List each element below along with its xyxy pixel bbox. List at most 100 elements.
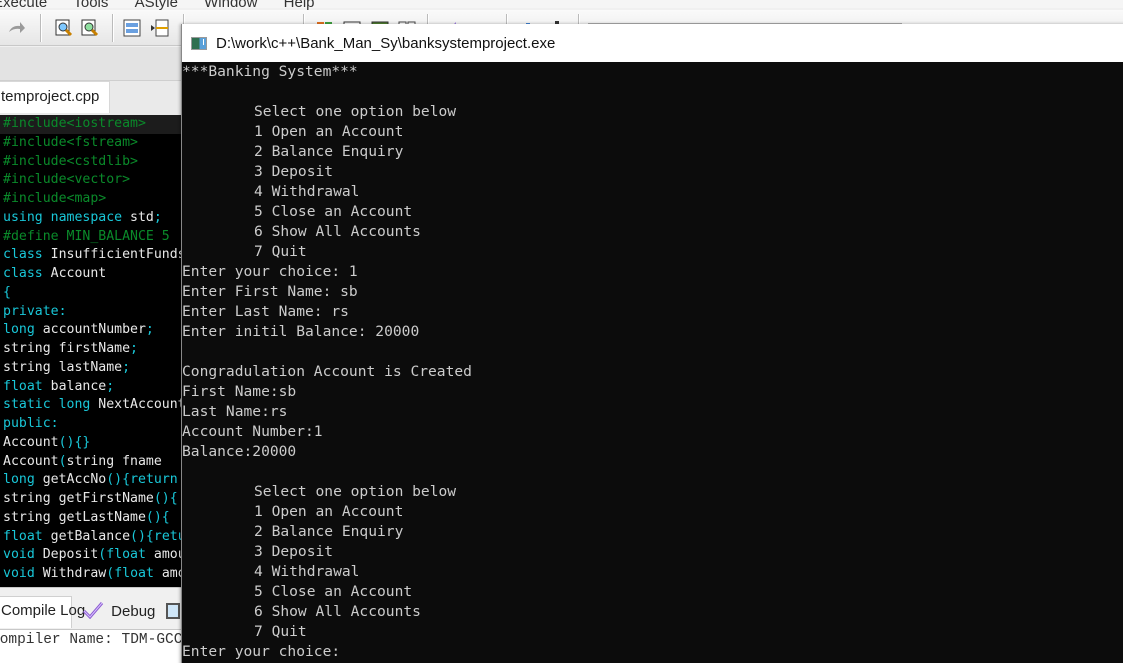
code-line: private: — [0, 303, 182, 322]
code-line: long getAccNo(){return — [0, 471, 182, 490]
code-token: private: — [3, 303, 67, 319]
code-token: return — [153, 528, 182, 544]
code-line: using namespace std; — [0, 209, 182, 228]
code-token: Account — [50, 266, 107, 281]
find-next-icon[interactable] — [80, 18, 100, 38]
code-token: (){} — [58, 434, 91, 450]
code-token: class — [3, 247, 51, 263]
console-line: Enter your choice: — [182, 643, 349, 660]
console-line: 6 Show All Accounts — [254, 223, 421, 240]
code-line: float getBalance(){return — [0, 528, 182, 547]
code-token: float — [3, 378, 51, 394]
code-token: (){ — [153, 491, 178, 506]
console-line: Balance:20000 — [182, 443, 297, 460]
code-token: ( — [106, 566, 115, 581]
tab-debug[interactable]: Debug — [78, 596, 160, 628]
console-window[interactable]: D:\work\c++\Bank_Man_Sy\banksystemprojec… — [181, 24, 1123, 663]
console-line: 3 Deposit — [254, 163, 334, 180]
code-line: void Deposit(float amount — [0, 546, 182, 565]
code-token: string fname — [66, 453, 162, 469]
console-output[interactable]: ***Banking System*** Select one option be… — [182, 62, 1123, 663]
console-line: Enter First Name: sb — [182, 283, 358, 300]
code-token: ; — [106, 378, 115, 394]
code-token: Withdraw — [42, 566, 107, 581]
redo-icon[interactable] — [6, 18, 26, 38]
find-results-icon — [166, 603, 180, 619]
code-line: #include<cstdlib> — [0, 153, 182, 172]
code-token: getAccNo — [42, 472, 107, 488]
code-token: long — [3, 472, 43, 488]
code-token: ; — [145, 322, 154, 338]
code-line: string firstName; — [0, 340, 182, 359]
code-line: class Account — [0, 265, 182, 284]
code-line: Account(){} — [0, 434, 182, 453]
tab-find-results[interactable] — [166, 596, 182, 628]
console-line: 1 Open an Account — [254, 123, 404, 140]
console-line: 5 Close an Account — [254, 583, 413, 600]
code-editor[interactable]: #include<iostream> #include<fstream> #incl… — [0, 115, 182, 587]
code-line: long accountNumber; — [0, 321, 182, 340]
code-line: #include<vector> — [0, 171, 182, 190]
code-token: { — [3, 284, 11, 300]
menu-bar: Execute Tools AStyle Window Help — [0, 0, 1123, 11]
toolbar-separator — [40, 14, 42, 42]
code-token: return — [130, 472, 178, 488]
code-token: #include<cstdlib> — [3, 153, 138, 169]
code-token: accountNumber — [42, 322, 146, 338]
code-token: NextAccountNumber — [98, 397, 182, 413]
code-token: float — [114, 566, 162, 581]
code-token: static long — [3, 397, 99, 413]
code-token: ; — [130, 341, 138, 356]
code-line: #define MIN_BALANCE 5 — [0, 228, 182, 247]
code-token: (){ — [106, 472, 131, 488]
code-line: { — [0, 284, 182, 303]
code-token: ; — [153, 209, 162, 225]
code-line: float balance; — [0, 378, 182, 397]
console-line: 1 Open an Account — [254, 503, 404, 520]
console-line: 2 Balance Enquiry — [254, 143, 404, 160]
console-line: Enter your choice: 1 — [182, 263, 358, 280]
code-token: std — [130, 209, 154, 225]
code-line: static long NextAccountNumber — [0, 396, 182, 415]
compile-log-output: Compiler Name: TDM-GCC 4.9.2 64-bit Rele… — [0, 629, 182, 663]
console-line: 5 Close an Account — [254, 203, 413, 220]
code-token: public: — [3, 416, 59, 431]
code-token: #define MIN_BALANCE 5 — [3, 228, 170, 244]
file-tab-banksystemproject[interactable]: temproject.cpp — [0, 81, 110, 113]
code-token: using namespace — [3, 209, 131, 225]
code-token: class — [3, 266, 51, 281]
code-line: #include<map> — [0, 190, 182, 209]
code-token: (){ — [130, 528, 154, 544]
insert-row-icon[interactable] — [150, 18, 170, 38]
find-icon[interactable] — [54, 18, 74, 38]
code-token: #include<vector> — [3, 172, 131, 188]
checkmark-icon — [82, 601, 104, 623]
console-line: Last Name:rs — [182, 403, 288, 420]
console-line: Select one option below — [254, 103, 457, 120]
tab-compile-log[interactable]: Compile Log — [0, 596, 85, 628]
console-line: 6 Show All Accounts — [254, 603, 421, 620]
code-token: void — [3, 547, 43, 563]
code-token: Account — [3, 434, 59, 450]
code-line: Account(string fname — [0, 453, 182, 472]
file-tabs: temproject.cpp — [0, 81, 182, 115]
console-line: 7 Quit — [254, 243, 307, 260]
code-token: amount — [153, 547, 182, 563]
console-title-bar[interactable]: D:\work\c++\Bank_Man_Sy\banksystemprojec… — [182, 24, 1123, 62]
code-token: amount — [161, 566, 182, 581]
toolbar-separator — [112, 14, 114, 42]
console-line: 4 Withdrawal — [254, 183, 360, 200]
code-token: long — [3, 322, 43, 338]
console-line: 3 Deposit — [254, 543, 334, 560]
code-line: #include<fstream> — [0, 134, 182, 153]
code-line: #include<iostream> — [0, 115, 182, 134]
tab-debug-label: Debug — [111, 602, 156, 620]
code-token: (){ — [145, 509, 170, 525]
list-view-icon[interactable] — [122, 18, 142, 38]
console-line: Enter initil Balance: 20000 — [182, 323, 420, 340]
tab-compile-log-label: Compile Log — [1, 602, 86, 619]
code-token: string lastName — [3, 359, 123, 375]
